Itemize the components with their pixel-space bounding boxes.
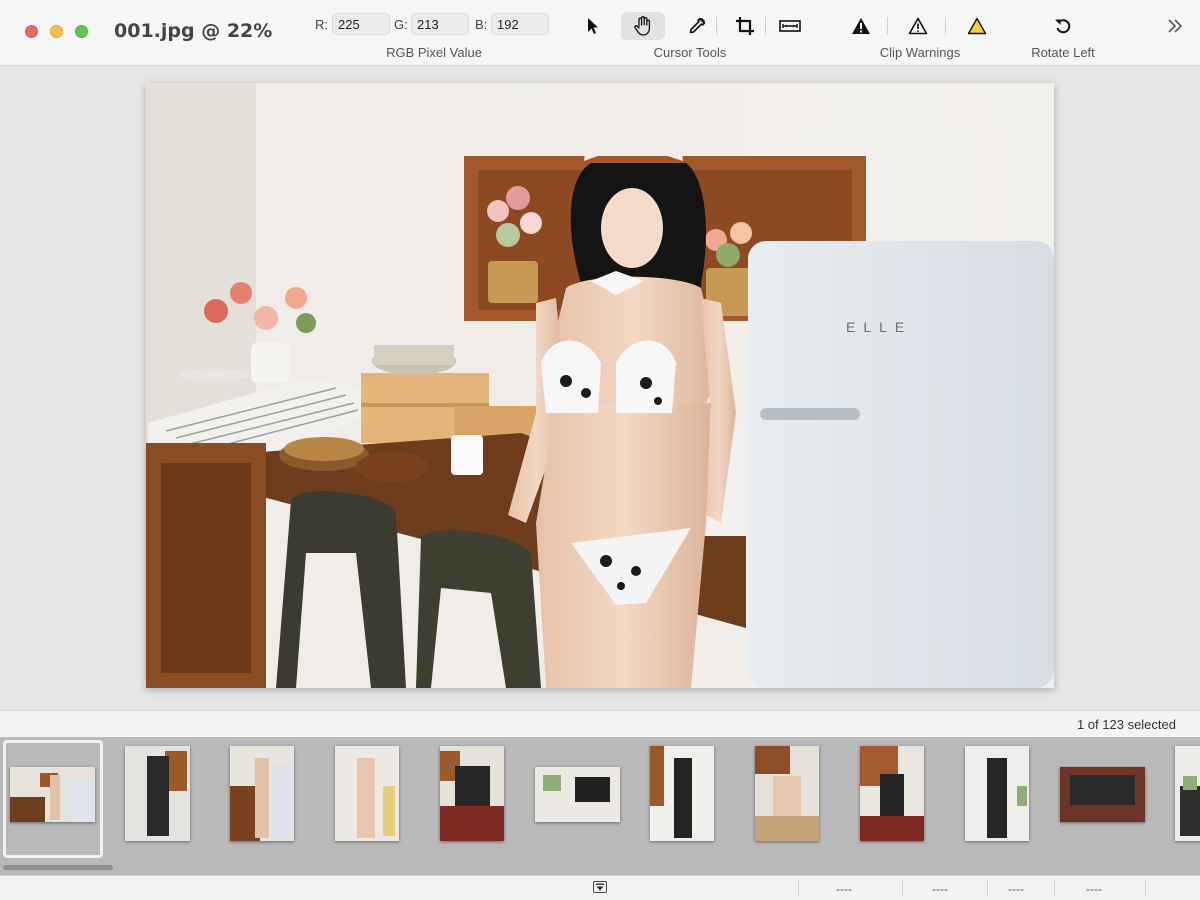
filmstrip-scrollbar[interactable] [3, 865, 113, 870]
thumbnail-3[interactable] [230, 746, 294, 841]
arrow-icon [588, 18, 598, 34]
selection-count: 1 of 123 selected [1076, 717, 1176, 732]
status-separator [1145, 880, 1146, 896]
ruler-tool-button[interactable] [768, 12, 812, 40]
g-label: G: [394, 17, 408, 32]
g-value-field: 213 [411, 13, 469, 35]
b-label: B: [475, 17, 488, 32]
triangle-down-icon [596, 883, 604, 891]
photo-illustration: ELLE [146, 83, 1054, 688]
status-separator [798, 880, 799, 896]
thumbnail-1[interactable] [10, 767, 95, 822]
thumbnail-12[interactable] [1175, 746, 1200, 841]
clip-warnings-label: Clip Warnings [879, 45, 961, 60]
clip-warning-button-1[interactable] [839, 12, 883, 40]
chevron-double-right-icon [1168, 19, 1183, 33]
status-field-2: ---- [932, 882, 948, 896]
arrow-tool-button[interactable] [571, 12, 615, 40]
eyedropper-icon [689, 17, 706, 34]
warning-outline-icon [908, 17, 928, 35]
rotate-left-icon [1055, 19, 1071, 34]
toolbar-overflow-button[interactable] [1155, 12, 1195, 40]
status-separator [1054, 880, 1055, 896]
rgb-group-label: RGB Pixel Value [386, 45, 482, 60]
r-label: R: [315, 17, 328, 32]
window-minimize-button[interactable] [50, 25, 63, 38]
warning-yellow-icon [967, 17, 987, 35]
status-field-4: ---- [1086, 882, 1102, 896]
hand-tool-button[interactable] [621, 12, 665, 40]
status-separator [987, 880, 988, 896]
thumbnail-5[interactable] [440, 746, 504, 841]
window-title: 001.jpg @ 22% [114, 20, 273, 42]
rotate-left-button[interactable] [1041, 12, 1085, 40]
window-close-button[interactable] [25, 25, 38, 38]
toolbar-separator [716, 17, 717, 35]
crop-tool-button[interactable] [723, 12, 767, 40]
thumbnail-11[interactable] [1060, 767, 1145, 822]
toolbar-separator [765, 17, 766, 35]
ruler-icon [779, 20, 801, 32]
selection-status-bar: 1 of 123 selected [0, 710, 1200, 737]
clip-warning-button-3[interactable] [955, 12, 999, 40]
hand-icon [634, 16, 651, 36]
status-separator [902, 880, 903, 896]
thumbnail-4[interactable] [335, 746, 399, 841]
status-field-3: ---- [1008, 882, 1024, 896]
thumbnail-2[interactable] [125, 746, 190, 841]
thumbnail-7[interactable] [650, 746, 714, 841]
rotate-left-label: Rotate Left [1031, 45, 1095, 60]
toolbar: 001.jpg @ 22% R: 225 G: 213 B: 192 RGB P… [0, 0, 1200, 66]
warning-black-icon [852, 18, 870, 34]
status-field-1: ---- [836, 882, 852, 896]
thumbnail-10[interactable] [965, 746, 1029, 841]
bottom-status-bar: ---- ---- ---- ---- [0, 875, 1200, 900]
cursor-tools-label: Cursor Tools [653, 45, 727, 60]
thumbnail-8[interactable] [755, 746, 819, 841]
window-zoom-button[interactable] [75, 25, 88, 38]
main-photo[interactable]: ELLE [146, 83, 1054, 688]
thumbnail-9[interactable] [860, 746, 924, 841]
fridge-brand-text: ELLE [846, 319, 912, 335]
toolbar-separator [945, 17, 946, 35]
filmstrip[interactable] [0, 737, 1200, 875]
clip-warning-button-2[interactable] [896, 12, 940, 40]
b-value-field: 192 [491, 13, 549, 35]
r-value-field: 225 [332, 13, 390, 35]
thumbnail-6[interactable] [535, 767, 620, 822]
toolbar-separator [887, 17, 888, 35]
eyedropper-tool-button[interactable] [675, 12, 719, 40]
dropdown-menu-button[interactable] [593, 881, 607, 893]
crop-icon [736, 17, 754, 35]
